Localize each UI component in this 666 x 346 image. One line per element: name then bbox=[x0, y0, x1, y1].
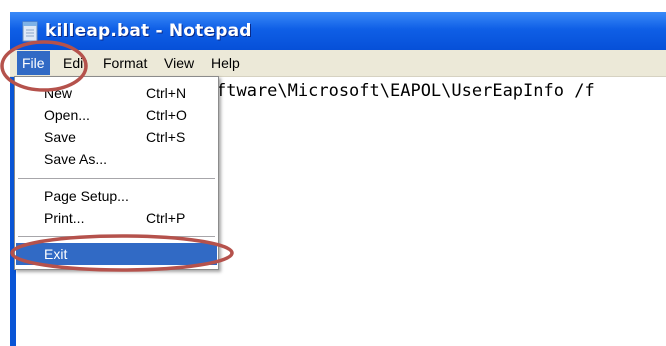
highlight-circle-file bbox=[0, 40, 88, 92]
annotation-overlay bbox=[0, 40, 234, 272]
notepad-window: killeap.bat - Notepad File Edit Format V… bbox=[0, 0, 666, 346]
highlight-circle-exit bbox=[10, 234, 234, 272]
